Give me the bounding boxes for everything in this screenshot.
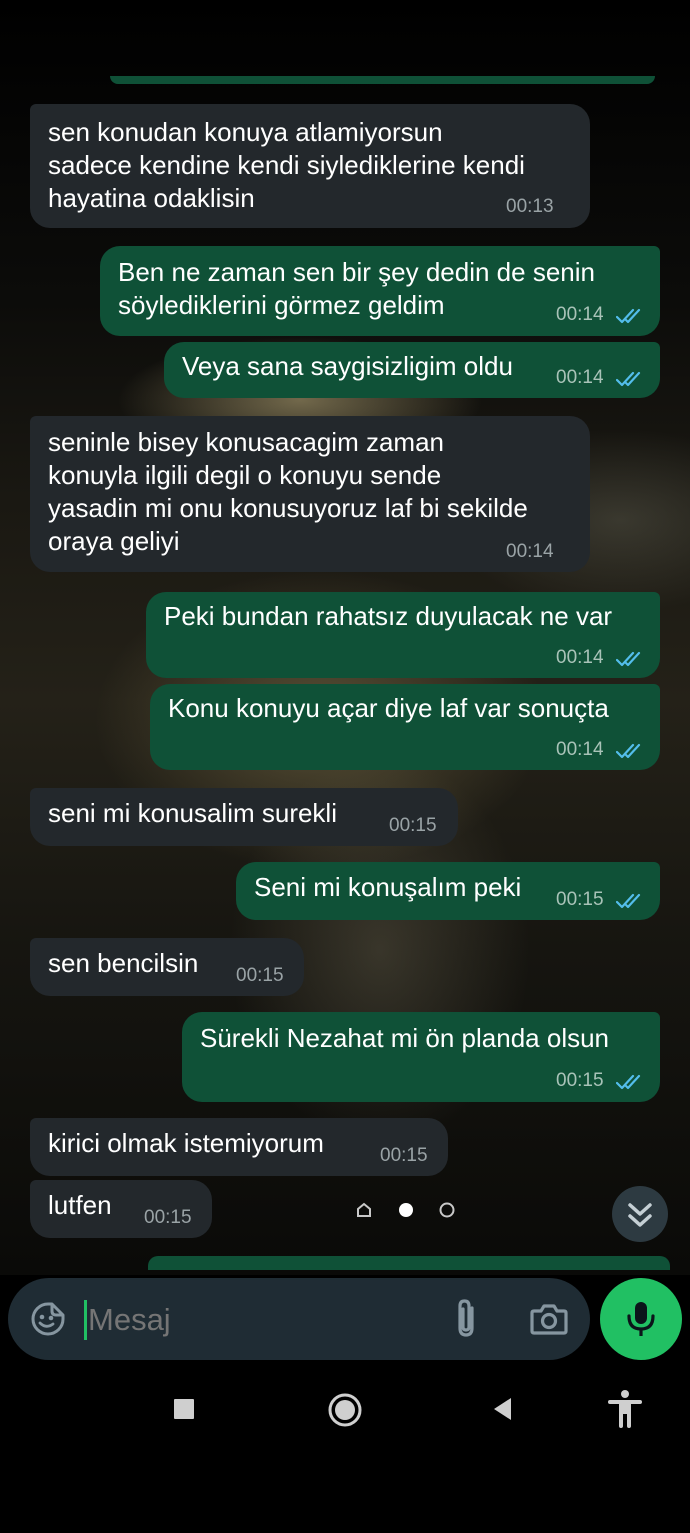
message-text: Ben ne zaman sen bir şey dedin de senin	[118, 257, 595, 287]
message-time: 00:14	[556, 304, 604, 325]
message-time: 00:14	[506, 541, 554, 562]
home-dot-icon	[357, 1202, 371, 1217]
message-composer	[8, 1278, 590, 1360]
incoming-message[interactable]: seni mi konusalim surekli 00:15	[30, 788, 458, 846]
sticker-smile-icon[interactable]	[30, 1301, 66, 1337]
read-receipt-icon	[616, 308, 641, 324]
read-receipt-icon	[616, 371, 641, 387]
message-text: hayatina odaklisin	[48, 183, 255, 213]
message-time: 00:15	[144, 1207, 192, 1228]
message-time: 00:15	[556, 889, 604, 910]
message-text: sen bencilsin	[48, 948, 199, 978]
read-receipt-icon	[616, 1074, 641, 1090]
message-time: 00:14	[556, 647, 604, 668]
incoming-message[interactable]: sen bencilsin 00:15	[30, 938, 304, 996]
outgoing-message[interactable]: Seni mi konuşalım peki 00:15	[236, 862, 660, 920]
scroll-to-bottom-button[interactable]	[612, 1186, 668, 1242]
page-dots	[357, 1202, 455, 1218]
square-recents-icon[interactable]	[170, 1395, 198, 1423]
message-text: Seni mi konuşalım peki	[254, 872, 522, 902]
incoming-message[interactable]: lutfen 00:15	[30, 1180, 212, 1238]
read-receipt-icon	[616, 743, 641, 759]
message-text: lutfen	[48, 1190, 112, 1220]
voice-message-button[interactable]	[600, 1278, 682, 1360]
message-text: seninle bisey konusacagim zaman	[48, 427, 444, 457]
message-text: konuyla ilgili degil o konuyu sende	[48, 460, 442, 490]
chat-background: sen konudan konuya atlamiyorsun sadece ke…	[0, 0, 690, 1275]
incoming-message[interactable]: kirici olmak istemiyorum 00:15	[30, 1118, 448, 1176]
message-text: sen konudan konuya atlamiyorsun	[48, 117, 443, 147]
message-text: Veya sana saygisizligim oldu	[182, 351, 513, 381]
previous-message-edge	[110, 76, 655, 84]
message-text: seni mi konusalim surekli	[48, 798, 337, 828]
active-dot-icon	[399, 1203, 413, 1217]
system-navigation-bar	[0, 1360, 690, 1533]
outgoing-message[interactable]: Ben ne zaman sen bir şey dedin de senin s…	[100, 246, 660, 336]
message-text: sadece kendine kendi siylediklerine kend…	[48, 150, 525, 180]
message-input[interactable]	[86, 1294, 440, 1346]
message-text: kirici olmak istemiyorum	[48, 1128, 324, 1158]
message-text: yasadin mi onu konusuyoruz laf bi sekild…	[48, 493, 528, 523]
accessibility-icon[interactable]	[607, 1389, 643, 1429]
read-receipt-icon	[616, 651, 641, 667]
outgoing-message[interactable]: Peki bundan rahatsız duyulacak ne var 00:…	[146, 592, 660, 678]
outgoing-message[interactable]: Sürekli Nezahat mi ön planda olsun 00:15	[182, 1012, 660, 1102]
incoming-message[interactable]: seninle bisey konusacagim zaman konuyla i…	[30, 416, 590, 572]
outgoing-message[interactable]: Veya sana saygisizligim oldu 00:14	[164, 342, 660, 398]
microphone-icon	[627, 1302, 655, 1336]
circle-home-icon[interactable]	[327, 1392, 363, 1428]
incoming-message[interactable]: sen konudan konuya atlamiyorsun sadece ke…	[30, 104, 590, 228]
message-text: Konu konuyu açar diye laf var sonuçta	[168, 693, 609, 723]
message-time: 00:13	[506, 196, 554, 217]
message-text: Peki bundan rahatsız duyulacak ne var	[164, 601, 613, 631]
message-text: Sürekli Nezahat mi ön planda olsun	[200, 1023, 610, 1053]
message-time: 00:15	[389, 815, 437, 836]
outgoing-message[interactable]: Konu konuyu açar diye laf var sonuçta 00:…	[150, 684, 660, 770]
message-time: 00:14	[556, 367, 604, 388]
triangle-back-icon[interactable]	[489, 1395, 517, 1423]
next-message-edge	[148, 1256, 670, 1270]
message-time: 00:15	[236, 965, 284, 986]
message-text: oraya geliyi	[48, 526, 180, 556]
message-time: 00:14	[556, 739, 604, 760]
camera-icon[interactable]	[529, 1301, 569, 1337]
read-receipt-icon	[616, 893, 641, 909]
message-time: 00:15	[556, 1070, 604, 1091]
inactive-dot-icon	[439, 1202, 455, 1218]
paperclip-icon[interactable]	[452, 1298, 482, 1340]
double-chevron-down-icon	[628, 1203, 652, 1227]
message-time: 00:15	[380, 1145, 428, 1166]
message-text: söylediklerini görmez geldim	[118, 290, 445, 320]
